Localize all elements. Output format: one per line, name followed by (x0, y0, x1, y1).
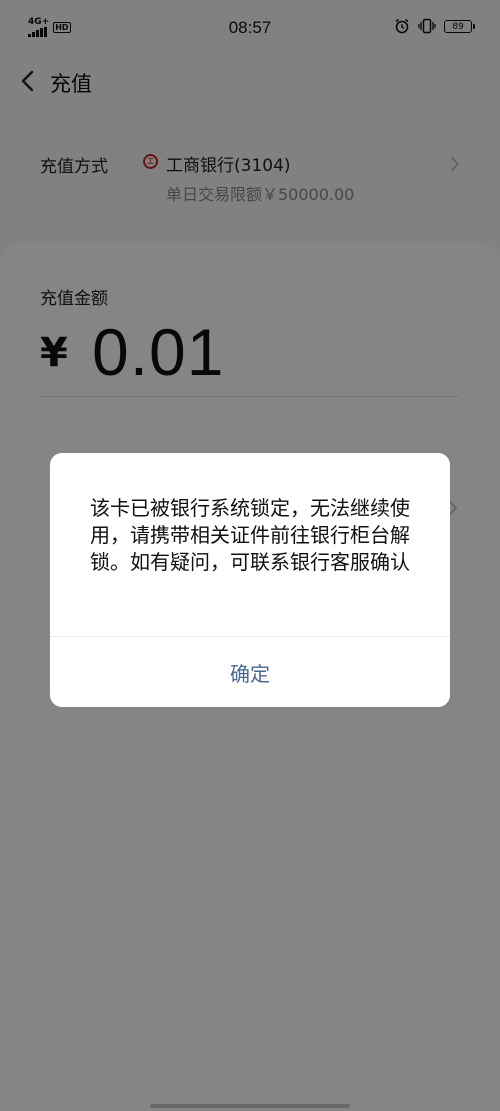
dialog-message: 该卡已被银行系统锁定，无法继续使用，请携带相关证件前往银行柜台解锁。如有疑问，可… (90, 496, 410, 574)
alert-dialog: 该卡已被银行系统锁定，无法继续使用，请携带相关证件前往银行柜台解锁。如有疑问，可… (50, 453, 450, 707)
confirm-button[interactable]: 确定 (50, 637, 450, 707)
